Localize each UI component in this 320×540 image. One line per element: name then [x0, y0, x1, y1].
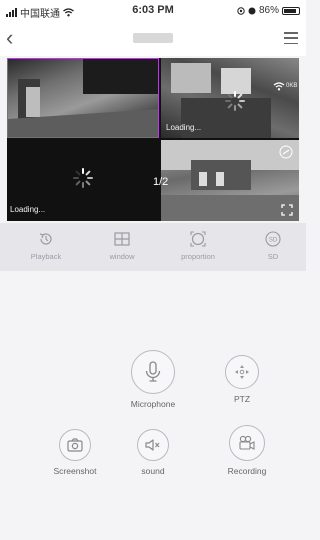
stream-rate-badge: 0KB — [286, 83, 298, 89]
video-cell-1[interactable] — [7, 58, 159, 138]
microphone-circle[interactable] — [131, 350, 175, 394]
video-grid: 0KB Loading... Loading... 1/2 — [7, 58, 299, 221]
battery-icon — [282, 6, 300, 15]
video-cell-2[interactable]: 0KB Loading... — [161, 58, 299, 138]
loading-spinner-icon — [73, 168, 93, 188]
window-grid-icon — [114, 232, 130, 246]
ptz-direction-icon — [235, 365, 249, 379]
ptz-circle[interactable] — [225, 355, 259, 389]
fullscreen-icon[interactable] — [281, 204, 293, 216]
ptz-label: PTZ — [233, 394, 251, 404]
window-button[interactable]: window — [92, 229, 152, 261]
recording-circle[interactable] — [229, 425, 265, 461]
proportion-button[interactable]: proportion — [168, 229, 228, 261]
quality-sd-button[interactable]: SD SD — [243, 229, 303, 261]
loading-label: Loading... — [166, 123, 202, 132]
back-button[interactable]: ‹ — [6, 26, 13, 50]
proportion-icon — [190, 231, 206, 247]
video-cell-3[interactable]: Loading... — [7, 140, 159, 221]
location-icon — [237, 6, 245, 15]
window-label: window — [109, 252, 135, 261]
chevron-left-icon: ‹ — [6, 25, 14, 50]
playback-icon — [39, 233, 52, 245]
status-bar: 中国联通 6:03 PM 86% — [0, 0, 306, 22]
page-indicator: 1/2 — [153, 176, 169, 188]
microphone-label: Microphone — [130, 399, 176, 409]
playback-button[interactable]: Playback — [16, 229, 76, 261]
microphone-icon — [145, 361, 161, 382]
sound-label: sound — [141, 466, 165, 476]
screenshot-label: Screenshot — [53, 466, 97, 476]
screenshot-button[interactable]: Screenshot — [40, 429, 110, 476]
video-cell-4[interactable] — [161, 140, 299, 221]
controls-panel: Microphone PTZ Screenshot sound Recordin… — [0, 275, 306, 540]
video-toolbar: Playback window proportion SD SD — [0, 223, 306, 271]
camera-feed-image — [8, 59, 158, 137]
sound-circle[interactable] — [137, 429, 169, 461]
speaker-mute-icon — [145, 439, 160, 451]
loading-label: Loading... — [10, 205, 46, 214]
menu-icon-line — [284, 32, 298, 34]
wifi-strength-icon — [273, 82, 285, 91]
recording-label: Recording — [227, 466, 267, 476]
nav-bar: ‹ — [0, 22, 306, 56]
device-title-redacted — [133, 33, 173, 43]
ptz-button[interactable]: PTZ — [217, 355, 267, 404]
microphone-button[interactable]: Microphone — [121, 350, 185, 409]
menu-button[interactable] — [284, 32, 298, 44]
menu-icon-line — [284, 42, 298, 44]
video-record-icon — [239, 435, 255, 450]
proportion-label: proportion — [181, 252, 215, 261]
svg-text:SD: SD — [269, 238, 278, 244]
screenshot-circle[interactable] — [59, 429, 91, 461]
playback-label: Playback — [30, 252, 62, 261]
rotate-view-icon[interactable] — [279, 145, 293, 159]
recording-button[interactable]: Recording — [217, 425, 277, 476]
camera-icon — [67, 438, 83, 452]
menu-icon-line — [284, 37, 298, 39]
battery-percent: 86% — [258, 5, 279, 16]
loading-spinner-icon — [225, 91, 245, 111]
quality-sd-label: SD — [267, 252, 279, 261]
sd-quality-icon: SD — [265, 231, 281, 247]
alarm-icon — [248, 7, 256, 14]
status-right: 86% — [237, 5, 300, 16]
sound-button[interactable]: sound — [129, 429, 177, 476]
